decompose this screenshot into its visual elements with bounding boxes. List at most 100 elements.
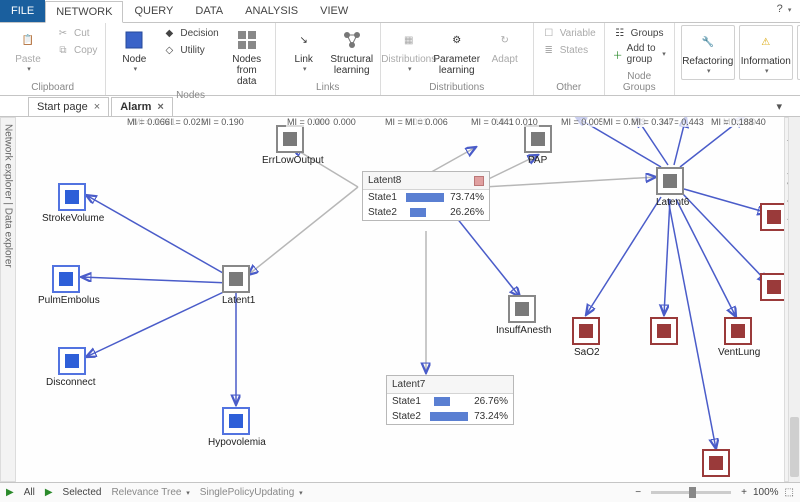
group-label — [681, 82, 800, 95]
node-insuffanesth[interactable] — [508, 295, 536, 323]
close-icon[interactable]: × — [94, 101, 100, 113]
cut-icon: ✂ — [56, 26, 70, 40]
tab-query[interactable]: QUERY — [123, 0, 184, 22]
mi-label: MI = 0.000 — [286, 117, 331, 127]
group-other: ☐Variable ≣States Other — [534, 23, 605, 95]
left-rail[interactable]: Network explorer | Data explorer — [0, 117, 16, 482]
variable-icon: ☐ — [542, 26, 556, 40]
link-button[interactable]: ↘Link▾ — [282, 25, 326, 76]
tab-start-page[interactable]: Start page× — [28, 97, 109, 116]
node-label: Hypovolemia — [208, 437, 266, 448]
node-label: InsuffAnesth — [496, 325, 551, 336]
structural-learning-button[interactable]: Structural learning — [330, 25, 374, 79]
status-all[interactable]: All — [24, 487, 35, 498]
status-bar: ▶ All ▶ Selected Relevance Tree ▾ Single… — [0, 482, 800, 502]
play-icon[interactable]: ▶ — [45, 487, 53, 498]
play-icon[interactable]: ▶ — [6, 487, 14, 498]
node-label: SaO2 — [574, 347, 600, 358]
refactoring-icon: 🔧 — [696, 30, 720, 54]
node-label: Latent1 — [222, 295, 255, 306]
tab-network[interactable]: NETWORK — [45, 1, 123, 23]
decision-button[interactable]: ◆Decision — [160, 25, 220, 41]
document-tabs: Start page× Alarm× ▾ — [0, 96, 800, 117]
vertical-scrollbar[interactable] — [788, 117, 800, 482]
node-latent6[interactable] — [656, 167, 684, 195]
refactoring-button[interactable]: 🔧Refactoring▾ — [681, 25, 735, 80]
panel-latent8[interactable]: Latent8 State173.74% State226.26% — [362, 171, 490, 221]
add-group-icon: ＋ — [613, 47, 623, 61]
node-red2[interactable] — [650, 317, 678, 345]
states-button[interactable]: ≣States — [540, 42, 598, 58]
node-strokevolume[interactable] — [58, 183, 86, 211]
status-tree[interactable]: Relevance Tree ▾ — [111, 487, 189, 498]
group-node-groups: ☷Groups ＋Add to group▾ Node Groups — [605, 23, 675, 95]
node-red6[interactable] — [760, 273, 784, 301]
groups-button[interactable]: ☷Groups — [611, 25, 668, 41]
node-errlowoutput[interactable] — [276, 125, 304, 153]
tab-data[interactable]: DATA — [184, 0, 234, 22]
mi-label: MI = 0.347 — [630, 117, 675, 127]
pin-icon[interactable] — [474, 176, 484, 186]
close-icon[interactable]: × — [157, 101, 163, 113]
tab-analysis[interactable]: ANALYSIS — [234, 0, 309, 22]
node-ventlung[interactable] — [724, 317, 752, 345]
nodes-from-data-button[interactable]: Nodes from data — [225, 25, 269, 90]
slider-thumb[interactable] — [689, 487, 696, 498]
node-label: Latent6 — [656, 197, 689, 208]
node-pulmembolus[interactable] — [52, 265, 80, 293]
zoom-fit-icon[interactable]: ⬚ — [785, 487, 794, 498]
add-to-group-button[interactable]: ＋Add to group▾ — [611, 42, 668, 66]
zoom-value[interactable]: 100% — [753, 487, 779, 498]
node-disconnect[interactable] — [58, 347, 86, 375]
tab-alarm[interactable]: Alarm× — [111, 97, 173, 116]
variable-button[interactable]: ☐Variable — [540, 25, 598, 41]
node-red4[interactable] — [702, 449, 730, 477]
node-latent1[interactable] — [222, 265, 250, 293]
help-button[interactable]: ? ▾ — [774, 0, 794, 22]
status-policy[interactable]: SinglePolicyUpdating ▾ — [200, 487, 303, 498]
tab-view[interactable]: VIEW — [309, 0, 359, 22]
node-button[interactable]: Node▾ — [112, 25, 156, 76]
information-button[interactable]: ⚠Information▾ — [739, 25, 793, 80]
parameter-learning-button[interactable]: ⚙Parameter learning — [435, 25, 479, 79]
group-label: Other — [540, 82, 598, 95]
copy-button[interactable]: ⧉Copy — [54, 42, 99, 58]
paste-button[interactable]: 📋 Paste▾ — [6, 25, 50, 76]
menu-tabs: FILE NETWORK QUERY DATA ANALYSIS VIEW ? … — [0, 0, 800, 22]
tab-file[interactable]: FILE — [0, 0, 45, 22]
network-canvas[interactable]: StrokeVolume PulmEmbolus Disconnect Hypo… — [16, 117, 784, 482]
node-label: StrokeVolume — [42, 213, 104, 224]
group-clipboard: 📋 Paste▾ ✂Cut ⧉Copy Clipboard — [0, 23, 106, 95]
mi-label: MI = 0.441 — [470, 117, 515, 127]
group-links: ↘Link▾ Structural learning Links — [276, 23, 381, 95]
param-icon: ⚙ — [445, 28, 469, 52]
state-row: State173.74% — [363, 190, 489, 205]
panel-latent7[interactable]: Latent7 State126.76% State273.24% — [386, 375, 514, 425]
mi-label: MI = 0.005 — [560, 117, 605, 127]
distributions-icon: ▦ — [397, 28, 421, 52]
zoom-slider[interactable] — [651, 491, 731, 494]
decision-icon: ◆ — [162, 26, 176, 40]
cut-button[interactable]: ✂Cut — [54, 25, 99, 41]
tab-overflow[interactable]: ▾ — [776, 100, 782, 113]
distributions-button[interactable]: ▦Distributions▾ — [387, 25, 431, 76]
utility-button[interactable]: ◇Utility — [160, 42, 220, 58]
zoom-out[interactable]: − — [635, 487, 641, 498]
utility-icon: ◇ — [162, 43, 176, 57]
mi-label: MI = 0.066 — [126, 117, 171, 127]
node-hypovolemia[interactable] — [222, 407, 250, 435]
mi-label: MI = 0.188 — [710, 117, 755, 127]
node-red5[interactable] — [760, 203, 784, 231]
adapt-button[interactable]: ↻Adapt — [483, 25, 527, 68]
status-selected[interactable]: Selected — [63, 487, 102, 498]
node-sao2[interactable] — [572, 317, 600, 345]
rail-label: Network explorer | Data explorer — [3, 118, 14, 268]
scroll-thumb[interactable] — [790, 417, 799, 477]
adapt-icon: ↻ — [493, 28, 517, 52]
node-label: VentLung — [718, 347, 760, 358]
panel-title: Latent8 — [368, 175, 401, 186]
state-row: State273.24% — [387, 409, 513, 424]
panel-title: Latent7 — [392, 379, 425, 390]
node-pap[interactable] — [524, 125, 552, 153]
zoom-in[interactable]: + — [741, 487, 747, 498]
